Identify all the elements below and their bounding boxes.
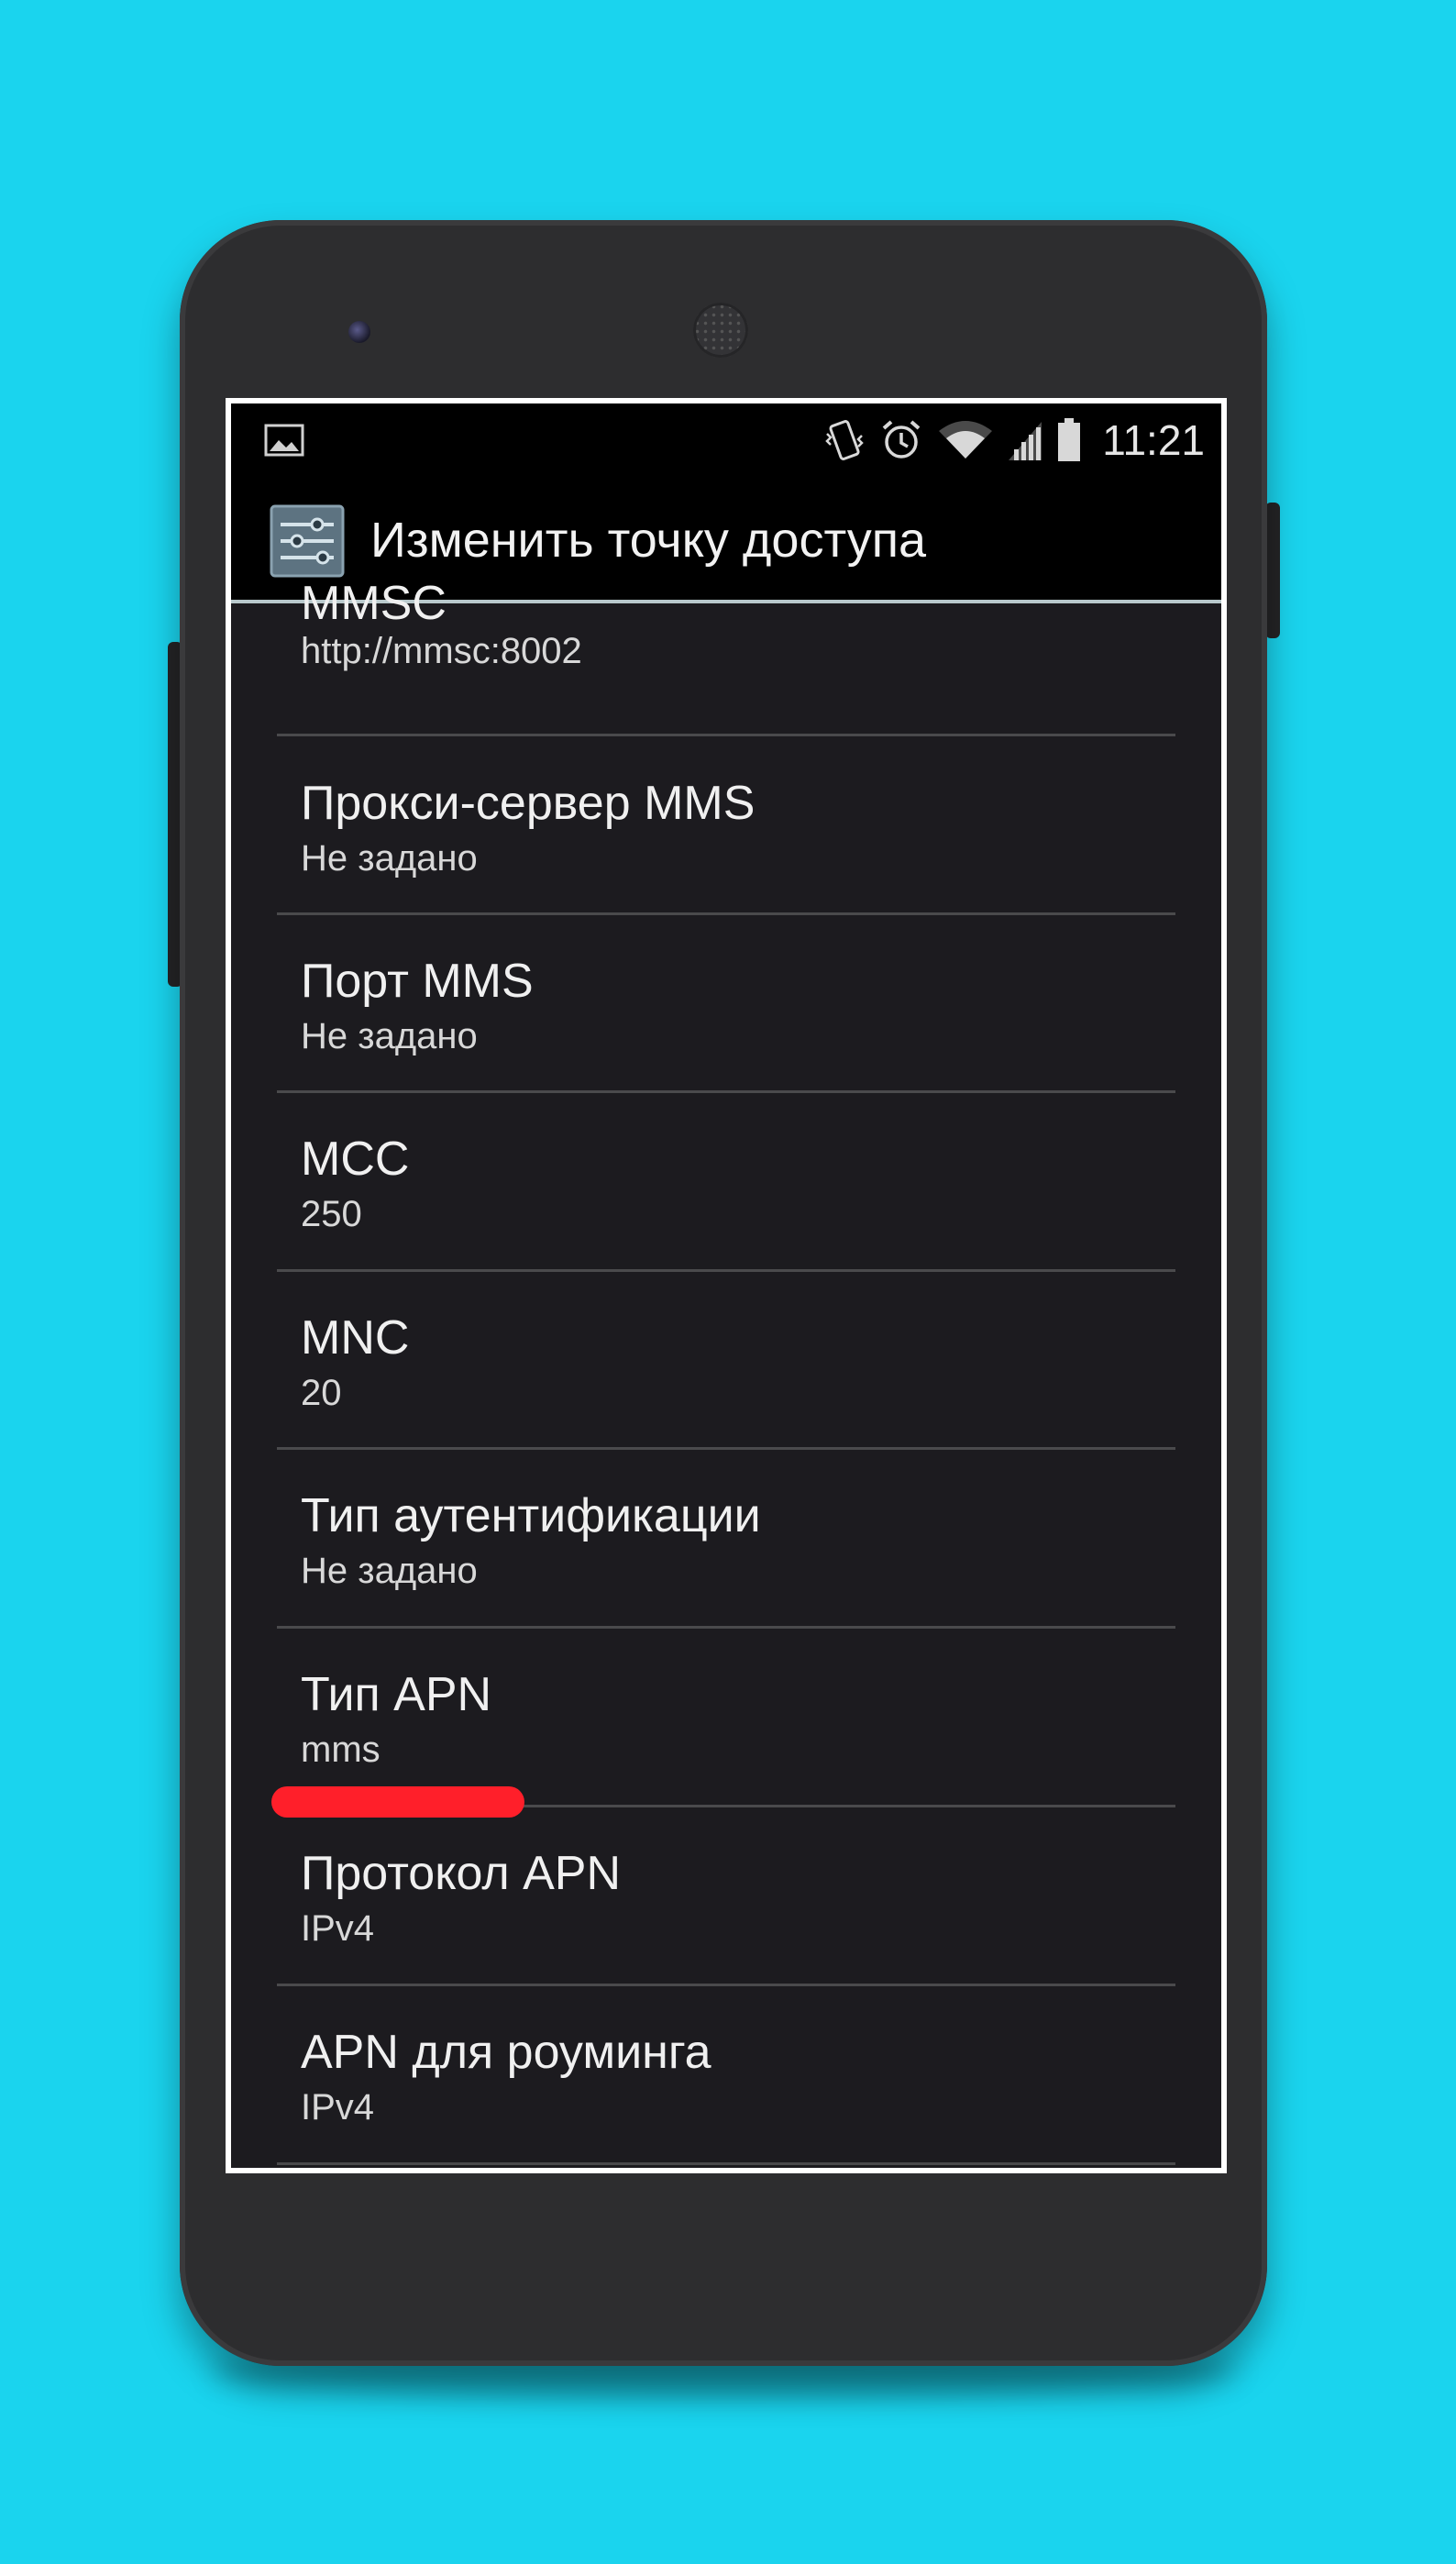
pref-item-mmsc[interactable]: MMSC http://mmsc:8002 xyxy=(231,576,1221,735)
pref-title: Порт MMS xyxy=(301,955,534,1008)
pref-item-mcc[interactable]: MCC 250 xyxy=(231,1093,1221,1269)
pref-summary: Не задано xyxy=(301,838,478,879)
settings-sliders-icon[interactable] xyxy=(270,504,345,578)
pref-summary: IPv4 xyxy=(301,2087,375,2127)
pref-item-auth-type[interactable]: Тип аутентификации Не задано xyxy=(231,1450,1221,1626)
pref-summary: Не задано xyxy=(301,1551,478,1591)
pref-summary: IPv4 xyxy=(301,1908,375,1949)
status-bar: 11:21 xyxy=(231,403,1221,477)
power-button xyxy=(1265,503,1280,638)
front-camera-icon xyxy=(348,321,370,343)
pref-summary: Не задано xyxy=(301,1016,478,1056)
page-title: Изменить точку доступа xyxy=(370,513,927,568)
battery-icon xyxy=(1058,418,1081,461)
pref-title: Тип аутентификации xyxy=(301,1489,761,1542)
alarm-icon xyxy=(882,420,921,459)
pref-item-mms-proxy[interactable]: Прокси-сервер MMS Не задано xyxy=(231,737,1221,913)
pref-item-apn-type[interactable]: Тип APN mms xyxy=(231,1629,1221,1805)
divider xyxy=(277,2162,1175,2165)
pref-summary: mms xyxy=(301,1730,381,1770)
pref-item-mms-port[interactable]: Порт MMS Не задано xyxy=(231,915,1221,1091)
pref-title: Тип APN xyxy=(301,1668,492,1721)
pref-title: MNC xyxy=(301,1311,410,1365)
pref-title: APN для роуминга xyxy=(301,2026,711,2079)
phone-screen: 11:21 Изменить точку доступа MMSC http:/… xyxy=(226,398,1227,2173)
pref-title: MCC xyxy=(301,1133,410,1186)
pref-item-mnc[interactable]: MNC 20 xyxy=(231,1272,1221,1448)
pref-title: Протокол APN xyxy=(301,1847,622,1900)
image-icon xyxy=(264,424,304,457)
earpiece-speaker-icon xyxy=(693,303,748,358)
pref-summary: 20 xyxy=(301,1373,342,1413)
pref-summary: http://mmsc:8002 xyxy=(301,631,582,671)
divider xyxy=(277,734,1175,736)
wifi-icon xyxy=(939,421,993,459)
vibrate-icon xyxy=(825,420,865,460)
pref-item-apn-protocol[interactable]: Протокол APN IPv4 xyxy=(231,1807,1221,1984)
status-time: 11:21 xyxy=(1102,416,1205,464)
status-icons: 11:21 xyxy=(823,413,1205,468)
pref-item-roaming-apn-protocol[interactable]: APN для роуминга IPv4 xyxy=(231,1986,1221,2162)
pref-title: Прокси-сервер MMS xyxy=(301,777,756,830)
signal-icon xyxy=(1009,422,1042,460)
pref-title: MMSC xyxy=(301,577,447,630)
pref-summary: 250 xyxy=(301,1194,362,1234)
